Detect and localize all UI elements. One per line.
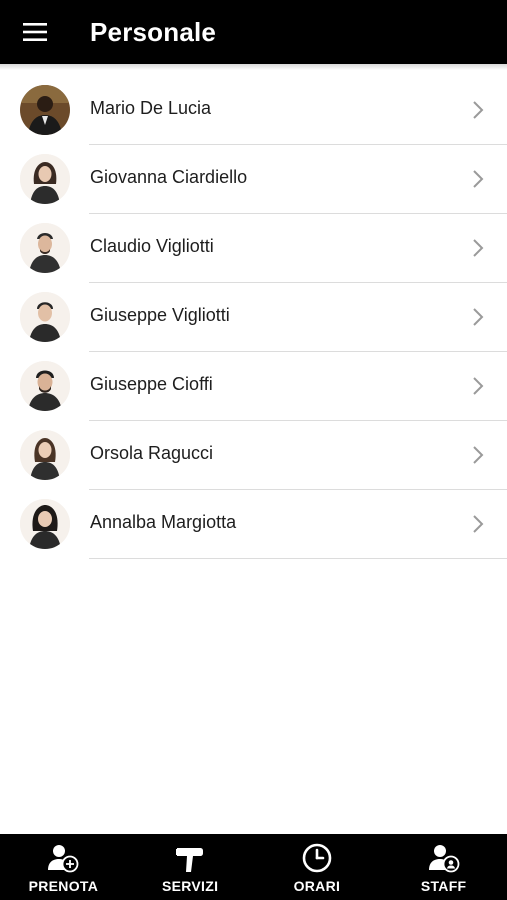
clock-icon — [302, 843, 332, 873]
chevron-right-icon — [473, 170, 484, 188]
menu-icon — [23, 23, 47, 41]
staff-name: Claudio Vigliotti — [90, 236, 214, 256]
man-avatar-icon — [20, 292, 70, 342]
man-avatar-icon — [20, 223, 70, 273]
nav-label: STAFF — [420, 878, 467, 894]
person-add-icon — [48, 845, 79, 873]
staff-row-mario-de-lucia[interactable]: Mario De Lucia — [0, 76, 507, 145]
staff-row-giuseppe-cioffi[interactable]: Giuseppe Cioffi — [0, 352, 507, 421]
staff-row-claudio-vigliotti[interactable]: Claudio Vigliotti — [0, 214, 507, 283]
chevron-right-icon — [473, 101, 484, 119]
nav-label: ORARI — [293, 878, 341, 894]
page-title: Personale — [90, 16, 217, 47]
staff-row-orsola-ragucci[interactable]: Orsola Ragucci — [0, 421, 507, 490]
nav-label: SERVIZI — [161, 878, 219, 894]
man-avatar-icon — [20, 361, 70, 411]
staff-avatar — [20, 85, 70, 135]
staff-avatar — [20, 361, 70, 411]
chevron-right-icon — [473, 446, 484, 464]
staff-row-giovanna-ciardiello[interactable]: Giovanna Ciardiello — [0, 145, 507, 214]
nav-label: PRENOTA — [28, 878, 99, 894]
staff-name: Annalba Margiotta — [90, 512, 237, 532]
staff-avatar — [20, 292, 70, 342]
nav-servizi[interactable]: SERVIZI — [127, 834, 254, 900]
staff-icon — [428, 845, 460, 873]
nav-orari[interactable]: ORARI — [254, 834, 381, 900]
chevron-right-icon — [473, 515, 484, 533]
nav-staff[interactable]: STAFF — [380, 834, 507, 900]
staff-name: Orsola Ragucci — [90, 443, 214, 463]
staff-avatar — [20, 154, 70, 204]
chevron-right-icon — [473, 239, 484, 257]
staff-list: Mario De Lucia Giovanna Ciardiello Claud… — [0, 76, 507, 559]
app-bar-shadow — [0, 64, 507, 70]
menu-button[interactable] — [0, 0, 70, 64]
staff-avatar — [20, 430, 70, 480]
woman-avatar-icon — [20, 154, 70, 204]
staff-name: Mario De Lucia — [90, 98, 212, 118]
staff-row-annalba-margiotta[interactable]: Annalba Margiotta — [0, 490, 507, 559]
chevron-right-icon — [473, 377, 484, 395]
staff-row-giuseppe-vigliotti[interactable]: Giuseppe Vigliotti — [0, 283, 507, 352]
bottom-navigation: PRENOTA SERVIZI ORARI STAFF — [0, 834, 507, 900]
staff-name: Giuseppe Cioffi — [90, 374, 213, 394]
woman-avatar-icon — [20, 430, 70, 480]
nav-prenota[interactable]: PRENOTA — [0, 834, 127, 900]
staff-avatar — [20, 499, 70, 549]
staff-name: Giovanna Ciardiello — [90, 167, 248, 187]
staff-name: Giuseppe Vigliotti — [90, 305, 230, 325]
staff-avatar — [20, 223, 70, 273]
man-suit-avatar-icon — [20, 85, 70, 135]
chevron-right-icon — [473, 308, 484, 326]
app-bar: Personale — [0, 0, 507, 64]
hair-dryer-icon — [176, 848, 204, 872]
woman-avatar-icon — [20, 499, 70, 549]
